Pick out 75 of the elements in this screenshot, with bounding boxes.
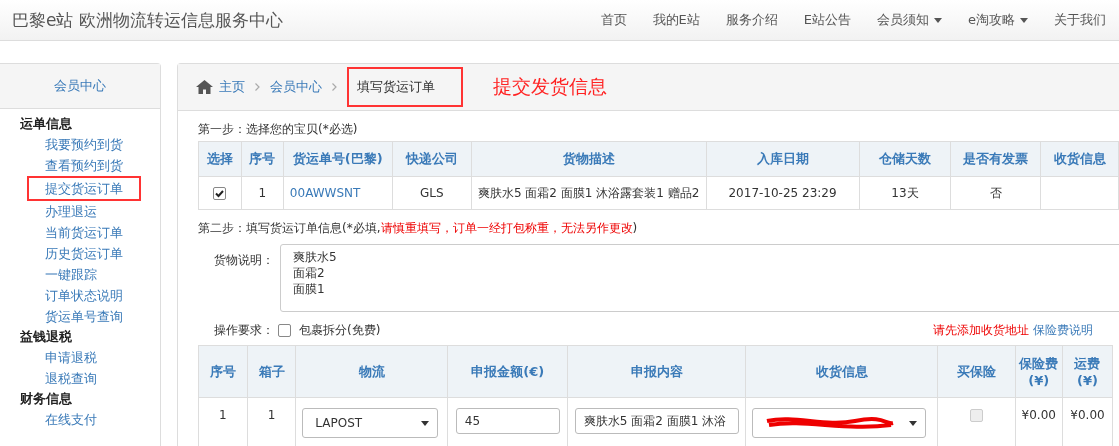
amount-input[interactable]: 45 — [455, 408, 560, 434]
split-checkbox[interactable] — [278, 324, 291, 337]
column-header: 快递公司 — [392, 141, 472, 177]
column-header: 货物描述 — [471, 141, 707, 177]
sidebar-group-title: 财务信息 — [20, 390, 73, 408]
nav-link[interactable]: e淘攻略 — [955, 11, 1041, 29]
table-cell: GLS — [392, 176, 472, 210]
table-cell: 爽肤水5 面霜2 面膜1 沐浴露套装1 赠品2 — [471, 176, 707, 210]
notice-text: 请先添加收货地址 — [933, 322, 1029, 339]
field-label: 操作要求： — [214, 322, 274, 339]
column-header: 仓储天数 — [859, 141, 951, 177]
step-label: 第一步：选择您的宝贝(*必选) — [198, 121, 359, 138]
description-textarea[interactable]: 爽肤水5 面霜2 面膜1 — [280, 244, 1119, 312]
sidebar-link[interactable]: 我要预约到货 — [45, 134, 123, 155]
sidebar-link[interactable]: 退税查询 — [45, 368, 97, 389]
sidebar-group-title: 运单信息 — [20, 115, 73, 133]
caret-icon — [934, 17, 942, 23]
sidebar-link[interactable]: 历史货运订单 — [45, 243, 123, 264]
column-header: 选择 — [198, 141, 242, 177]
site-title: 巴黎e站 欧洲物流转运信息服务中心 — [11, 8, 284, 32]
insurance-checkbox[interactable] — [969, 409, 983, 422]
column-header: 序号 — [241, 141, 284, 177]
column-header: 保险费(¥) — [1015, 345, 1063, 398]
sidebar-link[interactable]: 查看预约到货 — [45, 155, 123, 176]
breadcrumb-link[interactable]: 会员中心 — [270, 78, 322, 96]
column-header: 申报内容 — [567, 345, 746, 398]
content-input[interactable]: 爽肤水5 面霜2 面膜1 沐浴 — [574, 408, 739, 434]
nav-link[interactable]: 服务介绍 — [712, 11, 791, 29]
column-header: 货运单号(巴黎) — [283, 141, 393, 177]
sidebar-link[interactable]: 一键跟踪 — [45, 264, 97, 285]
caret-icon — [421, 420, 430, 426]
column-header: 收货信息 — [745, 345, 938, 398]
step-label: 第二步：填写货运订单信息(*必填,请慎重填写，订单一经打包称重，无法另作更改) — [198, 220, 639, 237]
column-header: 入库日期 — [706, 141, 859, 177]
nav-link[interactable]: E站公告 — [790, 11, 864, 29]
sidebar-link[interactable]: 在线支付 — [45, 409, 97, 430]
sidebar-link[interactable]: 货运单号查询 — [45, 306, 123, 327]
breadcrumb-link[interactable]: 主页 — [196, 78, 245, 96]
sidebar-link[interactable]: 当前货运订单 — [45, 222, 123, 243]
column-header: 物流 — [295, 345, 448, 398]
select-checkbox[interactable] — [213, 187, 227, 200]
nav-link[interactable]: 我的E站 — [639, 11, 713, 29]
nav-link[interactable]: 首页 — [587, 11, 640, 29]
caret-icon — [1020, 17, 1028, 23]
table-cell: 13天 — [859, 176, 951, 210]
sidebar-link[interactable]: 办理退运 — [45, 201, 97, 222]
column-header: 箱子 — [247, 345, 296, 398]
annotation-text: 提交发货信息 — [493, 74, 607, 99]
caret-icon — [909, 420, 918, 426]
table-cell: 2017-10-25 23:29 — [706, 176, 859, 210]
column-header: 序号 — [198, 345, 248, 398]
nav-link[interactable]: 会员须知 — [864, 11, 955, 29]
sidebar-link[interactable]: 订单状态说明 — [45, 285, 123, 306]
column-header: 是否有发票 — [950, 141, 1041, 177]
column-header: 申报金额(€) — [447, 345, 568, 398]
field-label: 货物说明： — [214, 252, 274, 269]
table-cell: 1 — [198, 397, 248, 446]
sidebar-title: 会员中心 — [0, 64, 160, 109]
home-icon — [196, 80, 213, 94]
logistics-select[interactable]: LAPOST — [302, 408, 439, 438]
sidebar-link[interactable]: 提交货运订单 — [27, 176, 141, 201]
chevron-icon — [255, 83, 260, 91]
table-cell: 1 — [241, 176, 284, 210]
breadcrumb-link[interactable]: 填写货运订单 — [347, 67, 463, 107]
chevron-icon — [332, 83, 337, 91]
nav-link[interactable]: 关于我们 — [1041, 11, 1119, 29]
checkbox-label: 包裹拆分(免费) — [299, 322, 381, 339]
sidebar-link[interactable]: 申请退税 — [45, 347, 97, 368]
column-header: 买保险 — [937, 345, 1016, 398]
sidebar-group-title: 益钱退税 — [20, 328, 73, 346]
receiver-select[interactable] — [752, 408, 927, 438]
column-header: 运费(¥) — [1062, 345, 1113, 398]
table-cell: 否 — [950, 176, 1041, 210]
column-header: 收货信息 — [1040, 141, 1119, 177]
insurance-link[interactable]: 保险费说明 — [1033, 322, 1093, 339]
